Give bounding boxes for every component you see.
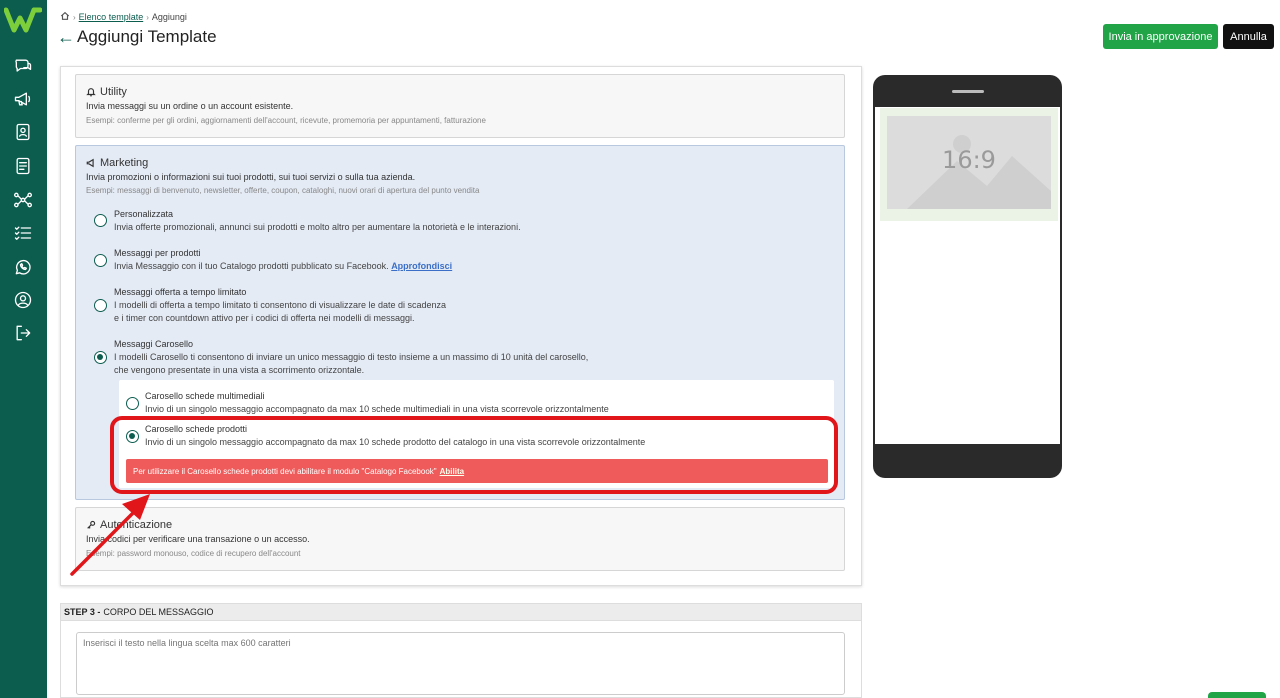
breadcrumb: › Elenco template › Aggiungi xyxy=(60,11,187,23)
utility-desc: Invia messaggi su un ordine o un account… xyxy=(86,101,294,111)
option-title: Messaggi per prodotti xyxy=(114,248,201,258)
sidebar-item-flows[interactable] xyxy=(10,187,36,213)
category-authentication[interactable]: Autenticazione Invia codici per verifica… xyxy=(75,507,845,571)
radio-messaggi-carosello[interactable] xyxy=(94,351,107,364)
ratio-label: 16:9 xyxy=(942,146,996,174)
option-desc: I modelli di offerta a tempo limitato ti… xyxy=(114,300,447,310)
auth-title-text: Autenticazione xyxy=(100,519,173,531)
sidebar-item-contacts[interactable] xyxy=(10,119,36,145)
bell-icon xyxy=(86,88,96,97)
auth-desc: Invia codici per verificare una transazi… xyxy=(86,534,310,544)
utility-title: Utility xyxy=(86,86,127,98)
megaphone-icon xyxy=(86,158,94,168)
preview-card: 16:9 xyxy=(880,108,1058,221)
auth-title: Autenticazione xyxy=(86,519,172,531)
radio-messaggi-prodotti[interactable] xyxy=(94,254,107,267)
radio-personalizzata[interactable] xyxy=(94,214,107,227)
breadcrumb-separator: › xyxy=(146,12,149,22)
logo-icon[interactable] xyxy=(4,6,42,34)
option-desc: Invio di un singolo messaggio accompagna… xyxy=(145,437,646,447)
option-desc: Invia Messaggio con il tuo Catalogo prod… xyxy=(114,260,452,273)
page-title: Aggiungi Template xyxy=(77,27,217,46)
marketing-title: Marketing xyxy=(86,157,148,169)
home-icon[interactable] xyxy=(60,11,70,23)
step3-section: STEP 3 - CORPO DEL MESSAGGIO xyxy=(60,603,862,698)
flow-icon xyxy=(13,192,32,208)
learn-more-link[interactable]: Approfondisci xyxy=(391,261,452,271)
key-icon xyxy=(87,520,96,529)
radio-offerta-tempo-limitato[interactable] xyxy=(94,299,107,312)
option-desc: Invio di un singolo messaggio accompagna… xyxy=(145,404,609,414)
marketing-example: Esempi: messaggi di benvenuto, newslette… xyxy=(86,186,480,195)
floating-action-button[interactable] xyxy=(1208,692,1266,698)
option-title: Messaggi offerta a tempo limitato xyxy=(114,287,247,297)
breadcrumb-current: Aggiungi xyxy=(151,12,187,22)
back-arrow-icon[interactable]: ← xyxy=(57,28,75,46)
radio-carosello-prodotti[interactable] xyxy=(126,430,139,443)
user-icon xyxy=(14,291,32,309)
sidebar-item-logout[interactable] xyxy=(10,320,36,346)
cancel-button[interactable]: Annulla xyxy=(1223,24,1274,49)
sidebar-item-profile[interactable] xyxy=(10,287,36,313)
sidebar xyxy=(0,0,47,698)
option-desc: che vengono presentate in una vista a sc… xyxy=(114,365,365,375)
breadcrumb-link-templates[interactable]: Elenco template xyxy=(79,12,144,22)
radio-carosello-multimediali[interactable] xyxy=(126,397,139,410)
phone-screen: 16:9 xyxy=(875,107,1060,444)
checklist-icon xyxy=(14,226,32,240)
message-body-input[interactable] xyxy=(76,632,845,695)
chat-icon xyxy=(15,59,32,72)
document-icon xyxy=(16,157,30,175)
breadcrumb-separator: › xyxy=(73,12,76,22)
sidebar-item-whatsapp[interactable] xyxy=(10,254,36,280)
option-title: Carosello schede prodotti xyxy=(145,424,248,434)
catalog-alert: Per utilizzare il Carosello schede prodo… xyxy=(126,459,828,483)
marketing-title-text: Marketing xyxy=(100,157,149,169)
option-desc: e i timer con countdown attivo per i cod… xyxy=(114,313,415,323)
option-title: Messaggi Carosello xyxy=(114,339,194,349)
marketing-desc: Invia promozioni o informazioni sui tuoi… xyxy=(86,172,416,182)
whatsapp-icon xyxy=(15,259,31,275)
option-title: Carosello schede multimediali xyxy=(145,391,265,401)
option-title: Personalizzata xyxy=(114,209,174,219)
title-row: ← Aggiungi Template xyxy=(57,27,217,47)
image-placeholder: 16:9 xyxy=(887,116,1051,209)
option-desc-text: Invia Messaggio con il tuo Catalogo prod… xyxy=(114,261,389,271)
category-utility[interactable]: Utility Invia messaggi su un ordine o un… xyxy=(75,74,845,138)
contacts-icon xyxy=(16,123,30,141)
utility-example: Esempi: conferme per gli ordini, aggiorn… xyxy=(86,116,486,125)
logout-icon xyxy=(16,325,31,341)
megaphone-icon xyxy=(14,92,31,106)
step3-label-bold: STEP 3 - xyxy=(64,607,101,617)
sidebar-item-templates[interactable] xyxy=(10,153,36,179)
sidebar-item-chat[interactable] xyxy=(10,53,36,79)
sidebar-item-campaigns[interactable] xyxy=(10,86,36,112)
enable-link[interactable]: Abilita xyxy=(440,467,464,476)
step3-header: STEP 3 - CORPO DEL MESSAGGIO xyxy=(61,604,861,621)
auth-example: Esempi: password monouso, codice di recu… xyxy=(86,549,301,558)
option-desc: I modelli Carosello ti consentono di inv… xyxy=(114,352,589,362)
phone-preview: 16:9 xyxy=(873,75,1062,478)
alert-text: Per utilizzare il Carosello schede prodo… xyxy=(133,466,437,476)
send-for-approval-button[interactable]: Invia in approvazione xyxy=(1103,24,1218,49)
step3-label: CORPO DEL MESSAGGIO xyxy=(103,607,214,617)
utility-title-text: Utility xyxy=(100,86,127,98)
option-desc: Invia offerte promozionali, annunci sui … xyxy=(114,222,521,232)
sidebar-item-tasks[interactable] xyxy=(10,220,36,246)
phone-speaker xyxy=(952,90,984,93)
